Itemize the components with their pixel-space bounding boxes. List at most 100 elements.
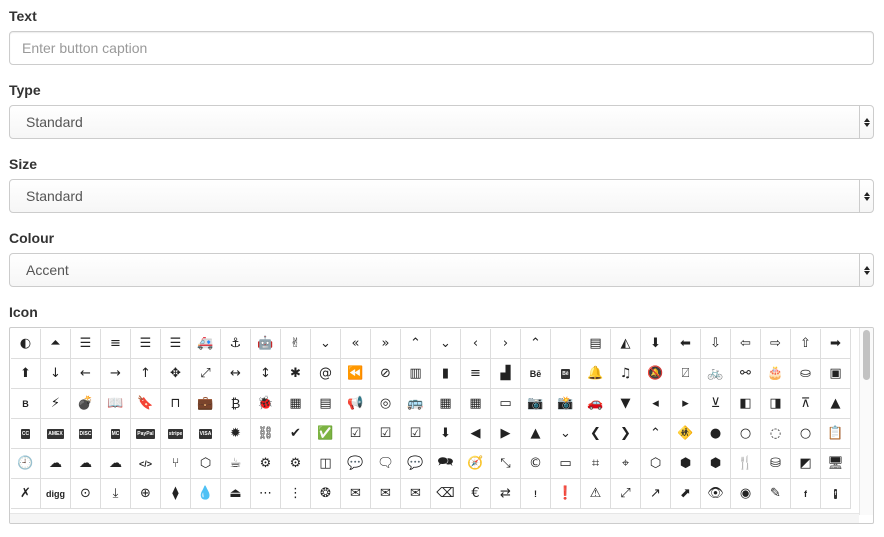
arrows-icon[interactable]: ✥ xyxy=(161,359,191,389)
ellipsis-v-icon[interactable]: ⋮ xyxy=(281,479,311,509)
envelope-o-icon[interactable]: ✉ xyxy=(371,479,401,509)
calculator-icon[interactable]: ▦ xyxy=(431,389,461,419)
exclamation-circle-icon[interactable]: ❗ xyxy=(551,479,581,509)
eye-icon[interactable]: 👁 xyxy=(701,479,731,509)
barcode-icon[interactable]: ▮ xyxy=(431,359,461,389)
caret-right-icon[interactable]: ▸ xyxy=(671,389,701,419)
compass-icon[interactable]: 🧭 xyxy=(461,449,491,479)
at-icon[interactable]: @ xyxy=(311,359,341,389)
code-icon[interactable]: </> xyxy=(131,449,161,479)
button-caption-input[interactable] xyxy=(9,31,874,65)
bitbucket-icon[interactable]: ⛀ xyxy=(791,359,821,389)
caret-square-o-right-icon[interactable]: ◨ xyxy=(761,389,791,419)
eraser-icon[interactable]: ⌫ xyxy=(431,479,461,509)
caret-square-o-left-icon[interactable]: ◧ xyxy=(731,389,761,419)
building-o-icon[interactable]: ▤ xyxy=(311,389,341,419)
cubes-icon[interactable]: ⬢ xyxy=(701,449,731,479)
behance-square-icon[interactable]: Bē xyxy=(551,359,581,389)
cloud-icon[interactable]: ☁ xyxy=(41,449,71,479)
angle-double-up-icon[interactable]: ⌃ xyxy=(401,329,431,359)
delicious-icon[interactable]: ◩ xyxy=(791,449,821,479)
bookmark-icon[interactable]: 🔖 xyxy=(131,389,161,419)
dot-circle-o-icon[interactable]: ⊙ xyxy=(71,479,101,509)
arrow-circle-o-left-icon[interactable]: ⇦ xyxy=(731,329,761,359)
bomb-icon[interactable]: 💣 xyxy=(71,389,101,419)
css3-icon[interactable]: ⬡ xyxy=(641,449,671,479)
angle-down-icon[interactable]: ⌄ xyxy=(431,329,461,359)
eye-slash-icon[interactable]: ◉ xyxy=(731,479,761,509)
bookmark-o-icon[interactable]: ⊓ xyxy=(161,389,191,419)
caret-left-icon[interactable]: ◂ xyxy=(641,389,671,419)
anchor-icon[interactable]: ⚓ xyxy=(221,329,251,359)
cc-visa-icon[interactable]: VISA xyxy=(191,419,221,449)
coffee-icon[interactable]: ☕ xyxy=(221,449,251,479)
asterisk-icon[interactable]: ✱ xyxy=(281,359,311,389)
bold-icon[interactable]: B xyxy=(11,389,41,419)
calendar-icon[interactable]: ▦ xyxy=(461,389,491,419)
book-icon[interactable]: 📖 xyxy=(101,389,131,419)
chevron-circle-left-icon[interactable]: ◀ xyxy=(461,419,491,449)
arrows-h-icon[interactable]: ↔ xyxy=(221,359,251,389)
chevron-right-icon[interactable]: ❯ xyxy=(611,419,641,449)
calendar-o-icon[interactable]: ▭ xyxy=(491,389,521,419)
cc-paypal-icon[interactable]: PayPal xyxy=(131,419,161,449)
codepen-icon[interactable]: ⬡ xyxy=(191,449,221,479)
binoculars-icon[interactable]: ⚯ xyxy=(731,359,761,389)
bug-icon[interactable]: 🐞 xyxy=(251,389,281,419)
exclamation-icon[interactable]: ! xyxy=(521,479,551,509)
angle-double-left-icon[interactable]: « xyxy=(341,329,371,359)
arrow-circle-left-icon[interactable]: ⬅ xyxy=(671,329,701,359)
cc-mastercard-icon[interactable]: MC xyxy=(101,419,131,449)
arrow-circle-o-right-icon[interactable]: ⇨ xyxy=(761,329,791,359)
briefcase-icon[interactable]: 💼 xyxy=(191,389,221,419)
bullseye-icon[interactable]: ◎ xyxy=(371,389,401,419)
cloud-upload-icon[interactable]: ☁ xyxy=(101,449,131,479)
arrows-alt-icon[interactable]: ⤢ xyxy=(191,359,221,389)
clock-o-icon[interactable]: 🕘 xyxy=(11,449,41,479)
vertical-scrollbar[interactable] xyxy=(859,328,873,515)
eyedropper-icon[interactable]: ✎ xyxy=(761,479,791,509)
comments-icon[interactable]: 💬 xyxy=(401,449,431,479)
database-icon[interactable]: ⛁ xyxy=(761,449,791,479)
bar-chart-icon[interactable]: ▥ xyxy=(401,359,431,389)
archive-icon[interactable]: ▤ xyxy=(581,329,611,359)
eject-icon[interactable]: ⏏ xyxy=(221,479,251,509)
envelope-icon[interactable]: ✉ xyxy=(341,479,371,509)
align-justify-icon[interactable]: ≡ xyxy=(101,329,131,359)
cloud-download-icon[interactable]: ☁ xyxy=(71,449,101,479)
cutlery-icon[interactable]: 🍴 xyxy=(731,449,761,479)
arrows-v-icon[interactable]: ↕ xyxy=(251,359,281,389)
arrow-circle-right-icon[interactable]: ➡ xyxy=(821,329,851,359)
empire-icon[interactable]: ❂ xyxy=(311,479,341,509)
horizontal-scrollbar[interactable] xyxy=(10,513,859,523)
eur-icon[interactable]: € xyxy=(461,479,491,509)
comments-o-icon[interactable]: 🗪 xyxy=(431,449,461,479)
digg-icon[interactable]: digg xyxy=(41,479,71,509)
cc-stripe-icon[interactable]: stripe xyxy=(161,419,191,449)
bitbucket-square-icon[interactable]: ▣ xyxy=(821,359,851,389)
columns-icon[interactable]: ◫ xyxy=(311,449,341,479)
bicycle-icon[interactable]: 🚲 xyxy=(701,359,731,389)
align-right-icon[interactable]: ☰ xyxy=(161,329,191,359)
cogs-icon[interactable]: ⚙ xyxy=(281,449,311,479)
circle-o-icon[interactable]: ○ xyxy=(731,419,761,449)
circle-thin-icon[interactable]: ○ xyxy=(791,419,821,449)
bell-icon[interactable]: 🔔 xyxy=(581,359,611,389)
check-circle-icon[interactable]: ✅ xyxy=(311,419,341,449)
arrow-left-icon[interactable]: ← xyxy=(71,359,101,389)
crosshairs-icon[interactable]: ⌖ xyxy=(611,449,641,479)
ban-icon[interactable]: ⊘ xyxy=(371,359,401,389)
facebook-square-icon[interactable]: f xyxy=(821,479,851,509)
arrow-circle-o-up-icon[interactable]: ⇧ xyxy=(791,329,821,359)
apple-icon[interactable] xyxy=(551,329,581,359)
cc-discover-icon[interactable]: DISC xyxy=(71,419,101,449)
comment-o-icon[interactable]: 🗨 xyxy=(371,449,401,479)
size-select[interactable]: Standard xyxy=(9,179,874,213)
bars-icon[interactable]: ≡ xyxy=(461,359,491,389)
arrow-circle-down-icon[interactable]: ⬇ xyxy=(641,329,671,359)
birthday-cake-icon[interactable]: 🎂 xyxy=(761,359,791,389)
bell-slash-icon[interactable]: 🔕 xyxy=(641,359,671,389)
angellist-icon[interactable]: ✌ xyxy=(281,329,311,359)
caret-up-icon[interactable]: ▲ xyxy=(821,389,851,419)
cc-icon[interactable]: CC xyxy=(11,419,41,449)
